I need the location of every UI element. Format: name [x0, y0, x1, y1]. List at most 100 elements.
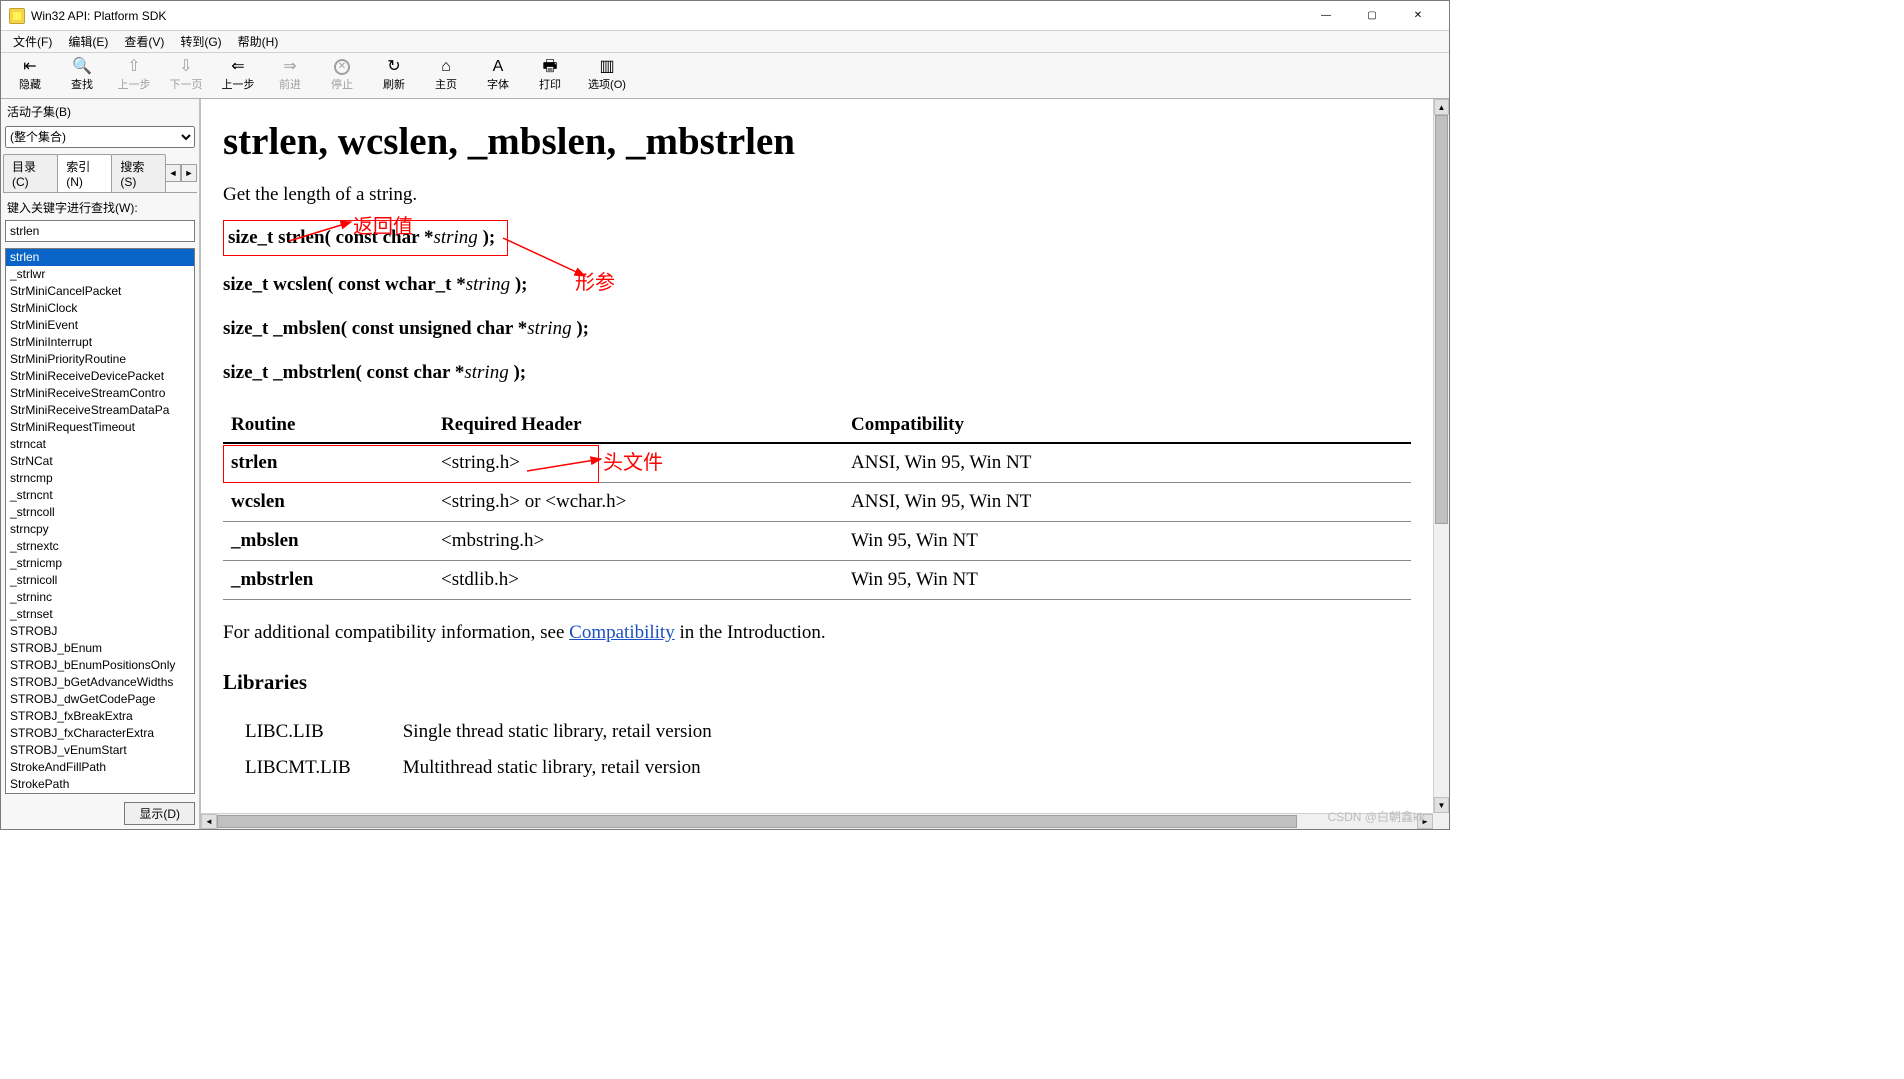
- tab-contents[interactable]: 目录(C): [3, 154, 58, 192]
- menu-view[interactable]: 查看(V): [116, 31, 172, 52]
- tb-prev-button[interactable]: ⇧上一步: [109, 55, 159, 97]
- watermark: CSDN @白朝鑫kk: [1327, 808, 1425, 825]
- scroll-thumb-v[interactable]: [1435, 115, 1448, 524]
- tab-scroll-left[interactable]: ◄: [165, 164, 181, 182]
- tb-hide-button[interactable]: ⇤隐藏: [5, 55, 55, 97]
- binoculars-icon: 🔍: [72, 59, 92, 75]
- tb-home-button[interactable]: ⌂主页: [421, 55, 471, 97]
- tb-print-button[interactable]: 🖶打印: [525, 55, 575, 97]
- list-item[interactable]: StrMiniEvent: [6, 317, 194, 334]
- list-item[interactable]: Strong lock: [6, 793, 194, 794]
- list-item[interactable]: _strncnt: [6, 487, 194, 504]
- scroll-corner: [1433, 813, 1449, 829]
- list-item[interactable]: StrMiniPriorityRoutine: [6, 351, 194, 368]
- tb-back-button[interactable]: ⇐上一步: [213, 55, 263, 97]
- tb-options-button[interactable]: ▥选项(O): [577, 55, 637, 97]
- home-icon: ⌂: [441, 59, 451, 75]
- tab-scroll-right[interactable]: ►: [181, 164, 197, 182]
- list-item[interactable]: StrMiniCancelPacket: [6, 283, 194, 300]
- subset-label: 活动子集(B): [1, 99, 199, 124]
- list-item[interactable]: StrMiniClock: [6, 300, 194, 317]
- cell-compat: Win 95, Win NT: [843, 561, 1411, 600]
- tb-stop-button[interactable]: ✕停止: [317, 55, 367, 97]
- scroll-left-icon[interactable]: ◄: [201, 814, 217, 829]
- index-list[interactable]: strlen_strlwrStrMiniCancelPacketStrMiniC…: [5, 248, 195, 794]
- list-item[interactable]: StrMiniReceiveStreamContro: [6, 385, 194, 402]
- list-item[interactable]: _strnicmp: [6, 555, 194, 572]
- scroll-up-icon[interactable]: ▲: [1434, 99, 1449, 115]
- th-compat: Compatibility: [843, 408, 1411, 443]
- subset-select[interactable]: (整个集合): [5, 126, 195, 148]
- window-title: Win32 API: Platform SDK: [31, 9, 1303, 23]
- list-item[interactable]: STROBJ_vEnumStart: [6, 742, 194, 759]
- table-row: LIBCMT.LIBMultithread static library, re…: [225, 751, 742, 785]
- keyword-input[interactable]: [5, 220, 195, 242]
- list-item[interactable]: STROBJ_bEnum: [6, 640, 194, 657]
- sig-mbslen: size_t _mbslen( const unsigned char *str…: [223, 318, 1411, 340]
- vertical-scrollbar[interactable]: ▲ ▼: [1433, 99, 1449, 813]
- th-routine: Routine: [223, 408, 433, 443]
- scroll-thumb-h[interactable]: [217, 815, 1297, 828]
- list-item[interactable]: _strncoll: [6, 504, 194, 521]
- sig-wcslen: size_t wcslen( const wchar_t *string );: [223, 274, 1411, 296]
- list-item[interactable]: _strnextc: [6, 538, 194, 555]
- forward-arrow-icon: ⇒: [283, 59, 296, 75]
- list-item[interactable]: StrMiniRequestTimeout: [6, 419, 194, 436]
- list-item[interactable]: _strlwr: [6, 266, 194, 283]
- list-item[interactable]: strncmp: [6, 470, 194, 487]
- menu-help[interactable]: 帮助(H): [230, 31, 287, 52]
- list-item[interactable]: strncpy: [6, 521, 194, 538]
- list-item[interactable]: STROBJ_fxBreakExtra: [6, 708, 194, 725]
- tb-font-button[interactable]: A字体: [473, 55, 523, 97]
- cell-compat: Win 95, Win NT: [843, 522, 1411, 561]
- list-item[interactable]: StrokePath: [6, 776, 194, 793]
- tb-find-button[interactable]: 🔍查找: [57, 55, 107, 97]
- tb-forward-button[interactable]: ⇒前进: [265, 55, 315, 97]
- compat-info: For additional compatibility information…: [223, 622, 1411, 644]
- cell-routine: _mbstrlen: [223, 561, 433, 600]
- list-item[interactable]: STROBJ_bGetAdvanceWidths: [6, 674, 194, 691]
- list-item[interactable]: _strnicoll: [6, 572, 194, 589]
- close-button[interactable]: ✕: [1395, 2, 1441, 30]
- print-icon: 🖶: [542, 59, 557, 75]
- list-item[interactable]: STROBJ_bEnumPositionsOnly: [6, 657, 194, 674]
- lib-name: LIBC.LIB: [225, 715, 381, 749]
- list-item[interactable]: STROBJ_fxCharacterExtra: [6, 725, 194, 742]
- menu-edit[interactable]: 编辑(E): [60, 31, 116, 52]
- sig-mbstrlen: size_t _mbstrlen( const char *string );: [223, 362, 1411, 384]
- toolbar: ⇤隐藏 🔍查找 ⇧上一步 ⇩下一页 ⇐上一步 ⇒前进 ✕停止 ↻刷新 ⌂主页 A…: [1, 53, 1449, 99]
- font-icon: A: [493, 59, 504, 75]
- th-header: Required Header: [433, 408, 843, 443]
- keyword-label: 键入关键字进行查找(W):: [1, 193, 199, 218]
- list-item[interactable]: strlen: [6, 249, 194, 266]
- list-item[interactable]: _strnset: [6, 606, 194, 623]
- table-row: _mbstrlen<stdlib.h>Win 95, Win NT: [223, 561, 1411, 600]
- horizontal-scrollbar[interactable]: ◄ ►: [201, 813, 1433, 829]
- tb-next-button[interactable]: ⇩下一页: [161, 55, 211, 97]
- red-highlight-row1: [223, 445, 599, 483]
- list-item[interactable]: StrNCat: [6, 453, 194, 470]
- maximize-button[interactable]: ▢: [1349, 2, 1395, 30]
- list-item[interactable]: StrMiniReceiveStreamDataPa: [6, 402, 194, 419]
- minimize-button[interactable]: —: [1303, 2, 1349, 30]
- scroll-down-icon[interactable]: ▼: [1434, 797, 1449, 813]
- list-item[interactable]: STROBJ: [6, 623, 194, 640]
- down-arrow-icon: ⇩: [179, 59, 192, 75]
- menu-go[interactable]: 转到(G): [172, 31, 229, 52]
- list-item[interactable]: STROBJ_dwGetCodePage: [6, 691, 194, 708]
- menu-file[interactable]: 文件(F): [5, 31, 60, 52]
- annot-param: 形参: [575, 266, 615, 295]
- list-item[interactable]: StrMiniInterrupt: [6, 334, 194, 351]
- show-button[interactable]: 显示(D): [124, 802, 195, 825]
- list-item[interactable]: strncat: [6, 436, 194, 453]
- tab-search[interactable]: 搜索(S): [111, 154, 166, 192]
- list-item[interactable]: StrMiniReceiveDevicePacket: [6, 368, 194, 385]
- tb-refresh-button[interactable]: ↻刷新: [369, 55, 419, 97]
- list-item[interactable]: _strninc: [6, 589, 194, 606]
- tab-index[interactable]: 索引(N): [57, 154, 112, 192]
- table-row: _mbslen<mbstring.h>Win 95, Win NT: [223, 522, 1411, 561]
- lib-desc: Single thread static library, retail ver…: [383, 715, 742, 749]
- up-arrow-icon: ⇧: [127, 59, 140, 75]
- compat-link[interactable]: Compatibility: [569, 622, 675, 643]
- list-item[interactable]: StrokeAndFillPath: [6, 759, 194, 776]
